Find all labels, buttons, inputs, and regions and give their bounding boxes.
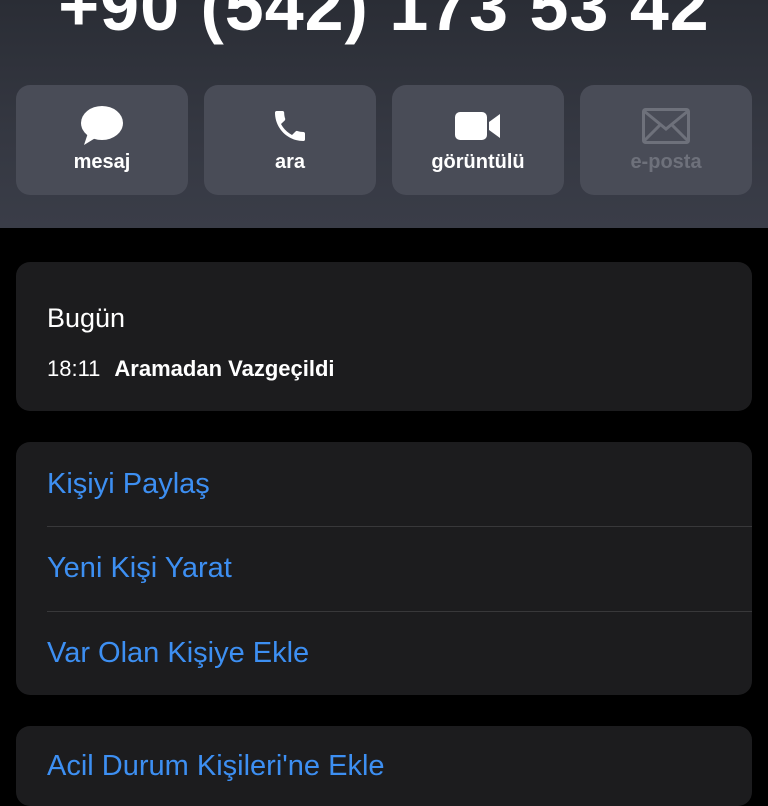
phone-icon (204, 105, 376, 147)
action-buttons: mesaj ara görüntülü e-posta (16, 85, 752, 195)
call-button-label: ara (274, 151, 306, 173)
call-history-entry: 18:11 Aramadan Vazgeçildi (47, 356, 335, 382)
message-button[interactable]: mesaj (16, 85, 188, 195)
call-time: 18:11 (47, 356, 101, 381)
emergency-card: Acil Durum Kişileri'ne Ekle (16, 726, 752, 806)
share-contact-button[interactable]: Kişiyi Paylaş (47, 442, 752, 526)
video-call-button-label: görüntülü (431, 151, 525, 173)
call-history-card: Bugün 18:11 Aramadan Vazgeçildi (16, 262, 752, 411)
contact-header: +90 (542) 173 53 42 mesaj ara görüntülü … (0, 0, 768, 228)
call-status: Aramadan Vazgeçildi (114, 356, 335, 381)
email-button-label: e-posta (630, 151, 702, 173)
call-history-date: Bugün (47, 303, 126, 333)
phone-number: +90 (542) 173 53 42 (58, 0, 710, 45)
envelope-icon (580, 105, 752, 147)
video-call-button[interactable]: görüntülü (392, 85, 564, 195)
contact-options-card: Kişiyi Paylaş Yeni Kişi Yarat Var Olan K… (16, 442, 752, 695)
message-button-label: mesaj (73, 151, 131, 173)
create-new-contact-button[interactable]: Yeni Kişi Yarat (47, 526, 752, 610)
video-camera-icon (392, 105, 564, 147)
email-button[interactable]: e-posta (580, 85, 752, 195)
call-button[interactable]: ara (204, 85, 376, 195)
add-to-existing-contact-button[interactable]: Var Olan Kişiye Ekle (47, 611, 752, 695)
message-bubble-icon (16, 105, 188, 147)
add-emergency-contact-button[interactable]: Acil Durum Kişileri'ne Ekle (47, 726, 752, 806)
